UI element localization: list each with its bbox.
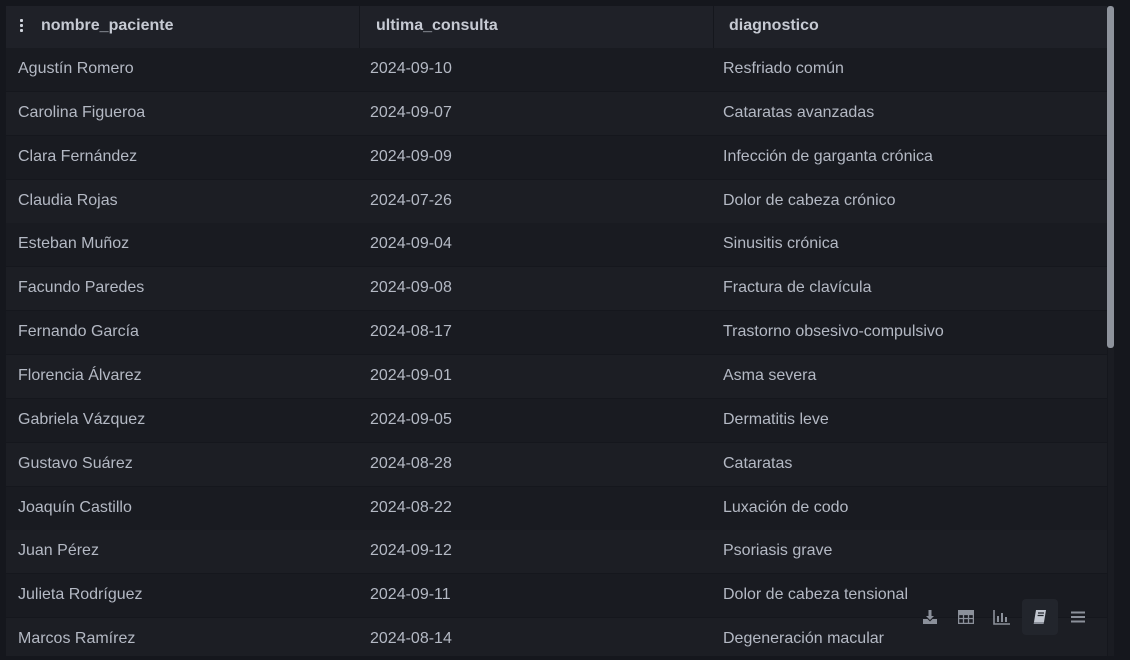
- column-header-label: ultima_consulta: [376, 17, 498, 34]
- cell-diagnostico: Degeneración macular: [723, 630, 884, 648]
- column-header-label: diagnostico: [729, 17, 819, 34]
- cell-ultima-consulta: 2024-07-26: [370, 191, 452, 209]
- cell-diagnostico: Asma severa: [723, 366, 817, 384]
- cell-nombre-paciente: Joaquín Castillo: [18, 498, 132, 516]
- results-table: nombre_paciente ultima_consulta diagnost…: [6, 6, 1107, 656]
- table-row[interactable]: Gustavo Suárez 2024-08-28 Cataratas: [6, 442, 1107, 486]
- cell-nombre-paciente: Facundo Paredes: [18, 279, 145, 297]
- table-row[interactable]: Juan Pérez 2024-09-12 Psoriasis grave: [6, 530, 1107, 574]
- cell-nombre-paciente: Gustavo Suárez: [18, 454, 133, 472]
- view-toolbar: [912, 599, 1096, 635]
- column-header-ultima-consulta[interactable]: ultima_consulta: [359, 6, 712, 48]
- cell-nombre-paciente: Clara Fernández: [18, 147, 138, 165]
- download-icon: [923, 610, 937, 624]
- cell-ultima-consulta: 2024-09-04: [370, 235, 452, 253]
- cell-diagnostico: Luxación de codo: [723, 498, 849, 516]
- download-button[interactable]: [912, 599, 948, 635]
- cell-nombre-paciente: Fernando García: [18, 323, 139, 341]
- cell-diagnostico: Dolor de cabeza crónico: [723, 191, 896, 209]
- cell-nombre-paciente: Esteban Muñoz: [18, 235, 130, 253]
- column-header-diagnostico[interactable]: diagnostico: [713, 6, 1107, 48]
- cell-nombre-paciente: Carolina Figueroa: [18, 103, 146, 121]
- cell-diagnostico: Infección de garganta crónica: [723, 147, 933, 165]
- cell-nombre-paciente: Claudia Rojas: [18, 191, 118, 209]
- cell-nombre-paciente: Florencia Álvarez: [18, 366, 142, 384]
- cell-diagnostico: Dermatitis leve: [723, 410, 829, 428]
- cell-ultima-consulta: 2024-09-07: [370, 103, 452, 121]
- table-row[interactable]: Agustín Romero 2024-09-10 Resfriado común: [6, 48, 1107, 91]
- column-menu-icon[interactable]: [20, 19, 24, 32]
- cell-nombre-paciente: Gabriela Vázquez: [18, 410, 146, 428]
- cell-nombre-paciente: Juan Pérez: [18, 542, 99, 560]
- menu-button[interactable]: [1060, 599, 1096, 635]
- cell-ultima-consulta: 2024-08-17: [370, 323, 452, 341]
- cell-nombre-paciente: Agustín Romero: [18, 60, 134, 77]
- table-row[interactable]: Florencia Álvarez 2024-09-01 Asma severa: [6, 354, 1107, 398]
- cell-ultima-consulta: 2024-09-09: [370, 147, 452, 165]
- cell-ultima-consulta: 2024-09-12: [370, 542, 452, 560]
- cell-ultima-consulta: 2024-09-05: [370, 410, 452, 428]
- column-header-label: nombre_paciente: [41, 17, 174, 34]
- table-row[interactable]: Claudia Rojas 2024-07-26 Dolor de cabeza c…: [6, 179, 1107, 223]
- column-header-nombre-paciente[interactable]: nombre_paciente: [6, 6, 358, 48]
- cell-nombre-paciente: Julieta Rodríguez: [18, 586, 143, 604]
- cell-diagnostico: Trastorno obsesivo-compulsivo: [723, 323, 944, 341]
- cell-ultima-consulta: 2024-09-11: [370, 586, 451, 604]
- cell-ultima-consulta: 2024-09-01: [370, 366, 452, 384]
- chart-view-button[interactable]: [984, 599, 1020, 635]
- table-row[interactable]: Joaquín Castillo 2024-08-22 Luxación de co…: [6, 486, 1107, 530]
- menu-icon: [1071, 611, 1085, 623]
- cell-diagnostico: Resfriado común: [723, 60, 844, 77]
- notebook-view-button[interactable]: [1022, 599, 1058, 635]
- cell-diagnostico: Cataratas: [723, 454, 793, 472]
- table-row[interactable]: Carolina Figueroa 2024-09-07 Cataratas ava…: [6, 91, 1107, 135]
- cell-ultima-consulta: 2024-09-10: [370, 60, 452, 77]
- table-icon: [958, 610, 974, 624]
- scrollbar-thumb[interactable]: [1107, 6, 1114, 348]
- table-row[interactable]: Facundo Paredes 2024-09-08 Fractura de cla…: [6, 267, 1107, 311]
- cell-ultima-consulta: 2024-09-08: [370, 279, 452, 297]
- table-row[interactable]: Clara Fernández 2024-09-09 Infección de ga…: [6, 135, 1107, 179]
- cell-diagnostico: Sinusitis crónica: [723, 235, 839, 253]
- cell-diagnostico: Psoriasis grave: [723, 542, 833, 560]
- table-view-button[interactable]: [948, 599, 984, 635]
- cell-diagnostico: Dolor de cabeza tensional: [723, 586, 909, 604]
- cell-diagnostico: Fractura de clavícula: [723, 279, 872, 297]
- cell-ultima-consulta: 2024-08-28: [370, 454, 452, 472]
- cell-ultima-consulta: 2024-08-22: [370, 498, 452, 516]
- bar-chart-icon: [993, 610, 1010, 625]
- notebook-icon: [1033, 610, 1046, 624]
- table-row[interactable]: Gabriela Vázquez 2024-09-05 Dermatitis lev…: [6, 398, 1107, 442]
- cell-nombre-paciente: Marcos Ramírez: [18, 630, 136, 648]
- cell-diagnostico: Cataratas avanzadas: [723, 103, 875, 121]
- table-header: nombre_paciente ultima_consulta diagnost…: [6, 6, 1107, 48]
- table-row[interactable]: Esteban Muñoz 2024-09-04 Sinusitis crónica: [6, 223, 1107, 267]
- cell-ultima-consulta: 2024-08-14: [370, 630, 452, 648]
- table-row[interactable]: Fernando García 2024-08-17 Trastorno obses…: [6, 311, 1107, 355]
